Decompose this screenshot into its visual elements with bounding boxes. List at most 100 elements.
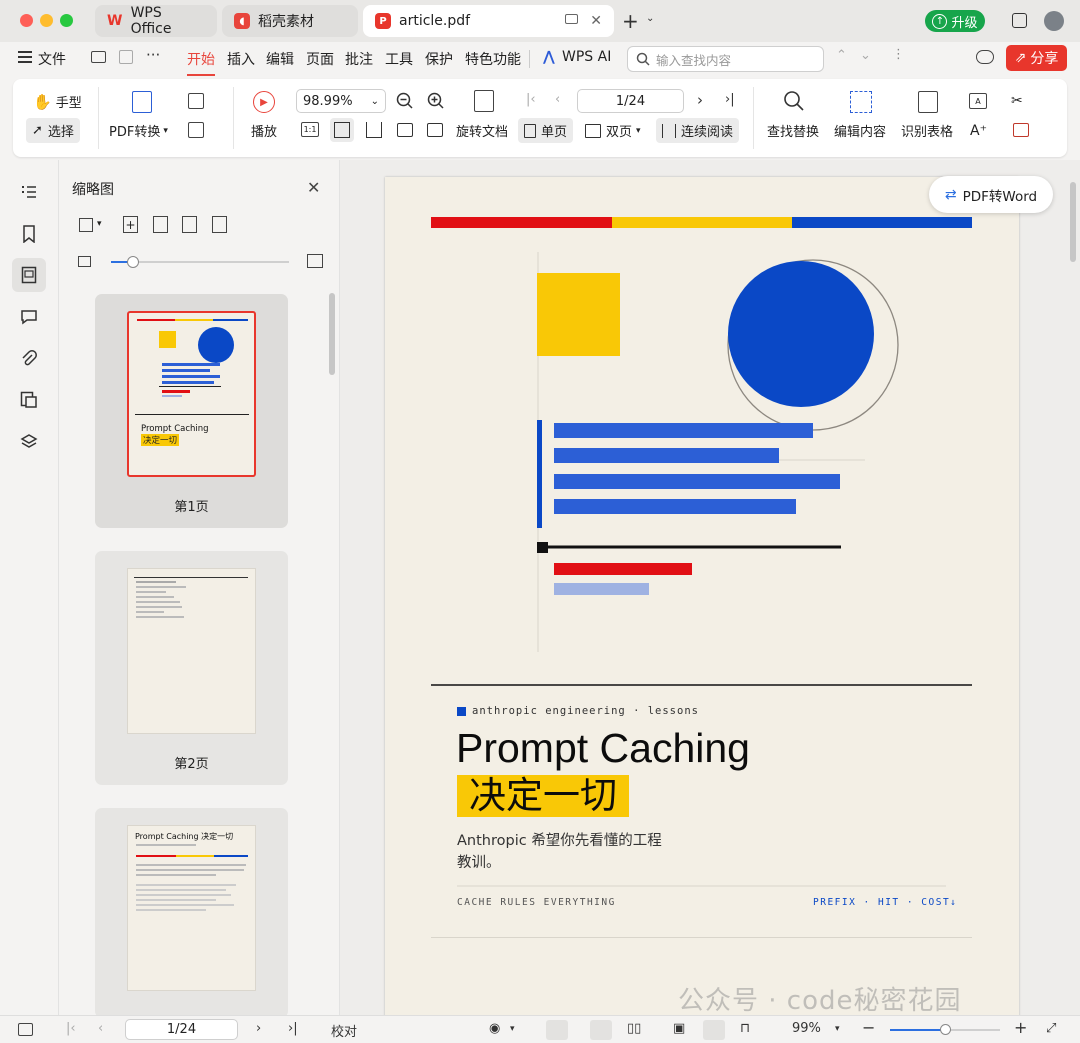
insert-page-icon[interactable]: + (123, 216, 138, 233)
zoom-in-icon[interactable] (427, 92, 445, 110)
search-next-icon[interactable]: ⌄ (860, 48, 871, 63)
thumbnail-size-slider[interactable] (111, 256, 289, 268)
double-page-icon[interactable]: ▯▯ (627, 1021, 641, 1036)
attachment-icon[interactable] (12, 341, 46, 375)
tab-list-chevron-icon[interactable]: ⌄ (646, 13, 654, 24)
menu-protect[interactable]: 保护 (425, 49, 453, 69)
status-zoom-value[interactable]: 99% (792, 1021, 821, 1036)
minimize-window-button[interactable] (40, 14, 53, 27)
menu-wps-ai[interactable]: WPS AI (562, 49, 611, 65)
slider-thumb[interactable] (127, 256, 139, 268)
play-button[interactable]: 播放 (251, 121, 277, 140)
tab-daoke[interactable]: ◖ 稻壳素材 (222, 5, 358, 37)
menu-edit[interactable]: 编辑 (266, 49, 294, 69)
status-page-input[interactable]: 1/24 (125, 1019, 238, 1040)
zoom-select[interactable]: 98.99% ⌄ (296, 89, 386, 113)
page-number-input[interactable]: 1/24 (577, 89, 684, 113)
toggle-sidebar-icon[interactable] (18, 1023, 33, 1036)
continuous-read-button[interactable]: 连续阅读 (656, 118, 740, 143)
upgrade-button[interactable]: ↑ 升级 (925, 10, 985, 32)
zoom-out-icon[interactable]: − (862, 1018, 875, 1037)
continuous-mode-button[interactable] (546, 1020, 568, 1040)
menu-start[interactable]: 开始 (187, 49, 215, 76)
menu-annotate[interactable]: 批注 (345, 49, 373, 69)
rotate-left-icon[interactable] (397, 123, 413, 137)
first-page-icon[interactable]: |‹ (66, 1021, 76, 1036)
menu-features[interactable]: 特色功能 (465, 49, 521, 69)
thumbnail-page-3[interactable]: Prompt Caching 决定一切 (95, 808, 288, 1018)
recognize-table-button[interactable]: 识别表格 (901, 121, 953, 140)
translate-icon[interactable]: A (969, 93, 987, 109)
select-tool-button[interactable]: ➚ 选择 (26, 118, 80, 143)
close-tab-icon[interactable]: ✕ (590, 13, 602, 29)
cloud-upload-icon[interactable] (976, 50, 994, 64)
more-icon[interactable]: ··· (146, 46, 160, 64)
search-prev-icon[interactable]: ⌃ (836, 48, 847, 63)
fullscreen-icon[interactable]: ⤢ (1046, 1021, 1056, 1036)
zoom-in-icon[interactable]: + (1014, 1018, 1027, 1037)
menu-tools[interactable]: 工具 (385, 49, 413, 69)
close-window-button[interactable] (20, 14, 33, 27)
layers-icon[interactable] (12, 425, 46, 459)
tab-article-pdf[interactable]: P article.pdf ✕ (363, 5, 614, 37)
fit-width-icon[interactable] (366, 122, 382, 138)
fit-page-button[interactable] (330, 118, 354, 142)
zoom-out-icon[interactable] (396, 92, 414, 110)
extract-page-icon[interactable] (182, 216, 197, 233)
ocr-icon[interactable]: A⁺ (970, 123, 987, 139)
pdf-to-word-button[interactable]: ⇄ PDF转Word (929, 176, 1053, 213)
outline-icon[interactable] (12, 175, 46, 209)
copy-page-icon[interactable] (188, 122, 204, 138)
vertical-more-icon[interactable]: ⋮ (892, 47, 905, 62)
compress-icon[interactable] (1013, 123, 1029, 137)
proof-button[interactable]: 校对 (331, 1021, 357, 1040)
comment-icon[interactable] (12, 300, 46, 334)
menu-page[interactable]: 页面 (306, 49, 334, 69)
search-input[interactable]: 输入查找内容 (627, 46, 824, 72)
cut-icon[interactable]: ✂ (1011, 93, 1023, 109)
last-page-icon[interactable]: ›| (725, 92, 735, 107)
fit-width-icon[interactable]: ⊓ (740, 1021, 750, 1036)
avatar[interactable] (1044, 11, 1064, 31)
next-page-icon[interactable]: › (256, 1021, 261, 1036)
grid-view-icon[interactable] (79, 218, 93, 232)
prev-page-icon[interactable]: ‹ (555, 92, 560, 107)
single-page-button[interactable]: 单页 (518, 118, 574, 143)
maximize-window-button[interactable] (60, 14, 73, 27)
menu-insert[interactable]: 插入 (227, 49, 255, 69)
fit-page-button[interactable] (703, 1020, 725, 1040)
menu-file[interactable]: 文件 (38, 49, 66, 69)
window-mode-icon[interactable] (1012, 13, 1027, 28)
next-page-icon[interactable]: › (697, 91, 703, 109)
bookmark-icon[interactable] (12, 217, 46, 251)
chevron-down-icon[interactable]: ▾ (835, 1024, 840, 1034)
thumbnail-page-1[interactable]: Prompt Caching 决定一切 第1页 (95, 294, 288, 528)
monitor-icon[interactable] (565, 14, 578, 24)
first-page-icon[interactable]: |‹ (526, 92, 536, 107)
slider-thumb[interactable] (940, 1024, 951, 1035)
share-button[interactable]: ⇗ 分享 (1006, 45, 1067, 71)
close-panel-icon[interactable]: ✕ (307, 178, 320, 197)
document-viewport[interactable]: anthropic engineering · lessons Prompt C… (340, 160, 1080, 1017)
replace-page-icon[interactable] (153, 216, 168, 233)
new-tab-icon[interactable]: + (622, 9, 639, 33)
double-page-button[interactable]: 双页 ▾ (585, 121, 641, 140)
export-image-icon[interactable] (188, 93, 204, 109)
zoom-slider[interactable] (890, 1024, 1000, 1035)
rotate-right-icon[interactable] (427, 123, 443, 137)
find-replace-button[interactable]: 查找替换 (767, 121, 819, 140)
panel-scrollbar[interactable] (329, 293, 335, 375)
single-page-mode-button[interactable] (590, 1020, 612, 1040)
thumbnail-icon[interactable] (12, 258, 46, 292)
document-scrollbar[interactable] (1070, 182, 1076, 262)
chevron-down-icon[interactable]: ▾ (510, 1024, 515, 1034)
tab-wps-office[interactable]: W WPS Office (95, 5, 217, 37)
copy-pages-icon[interactable] (212, 216, 227, 233)
pdf-convert-button[interactable]: PDF转换 ▾ (109, 121, 168, 140)
eye-icon[interactable]: ◉ (489, 1021, 500, 1036)
prev-page-icon[interactable]: ‹ (98, 1021, 103, 1036)
hand-tool-button[interactable]: ✋ 手型 (33, 92, 82, 112)
rotate-doc-button[interactable]: 旋转文档 (456, 121, 508, 140)
last-page-icon[interactable]: ›| (288, 1021, 298, 1036)
book-mode-icon[interactable]: ▣ (673, 1021, 685, 1036)
